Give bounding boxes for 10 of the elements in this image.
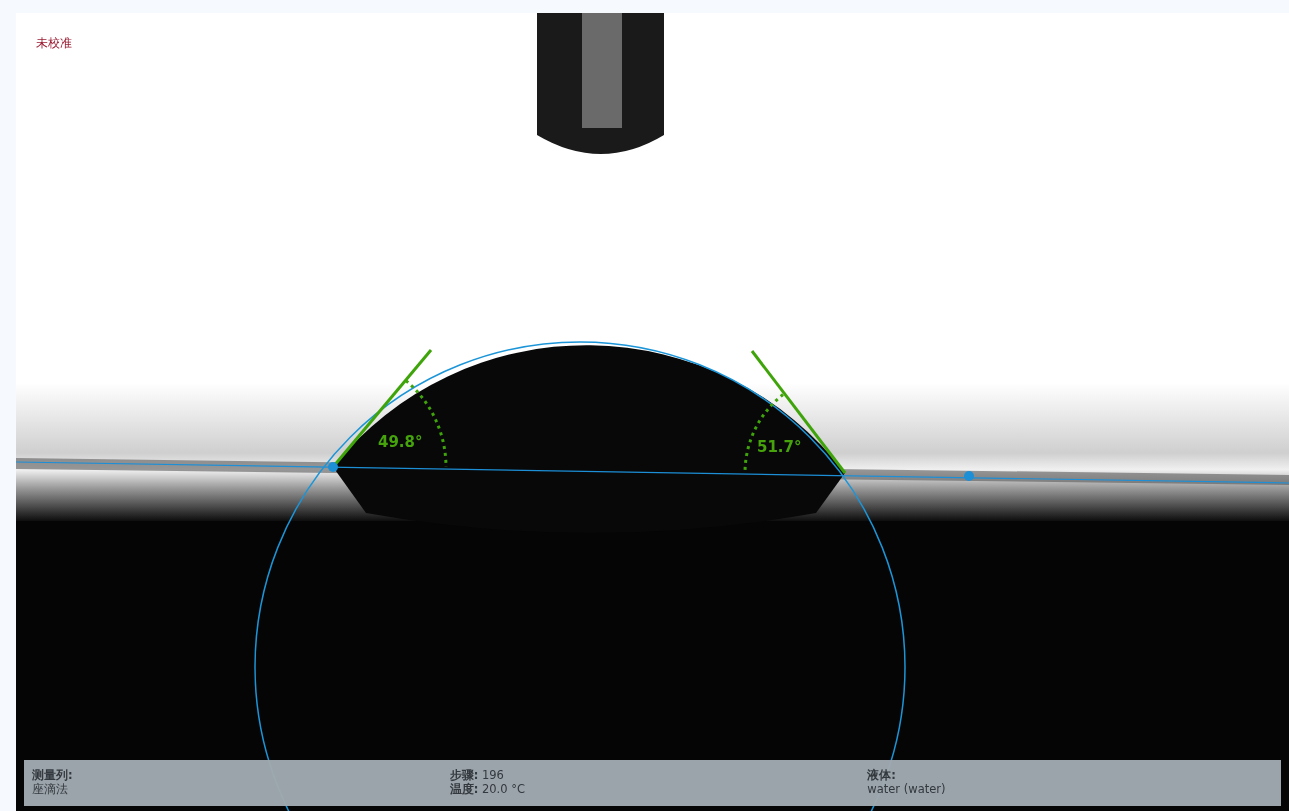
info-line: water (water) [867,782,947,796]
contact-angle-label: 51.7° [757,438,802,456]
info-line: 步骤: 196 [449,768,505,782]
info-line: 温度: 20.0 °C [449,782,526,796]
info-line: 座滴法 [32,782,69,796]
info-line: 测量列: [32,768,74,782]
calibration-status: 未校准 [36,35,72,52]
contact-point[interactable] [328,462,338,472]
contact-angle-label: 49.8° [378,433,423,451]
info-line: 液体: [867,768,897,782]
